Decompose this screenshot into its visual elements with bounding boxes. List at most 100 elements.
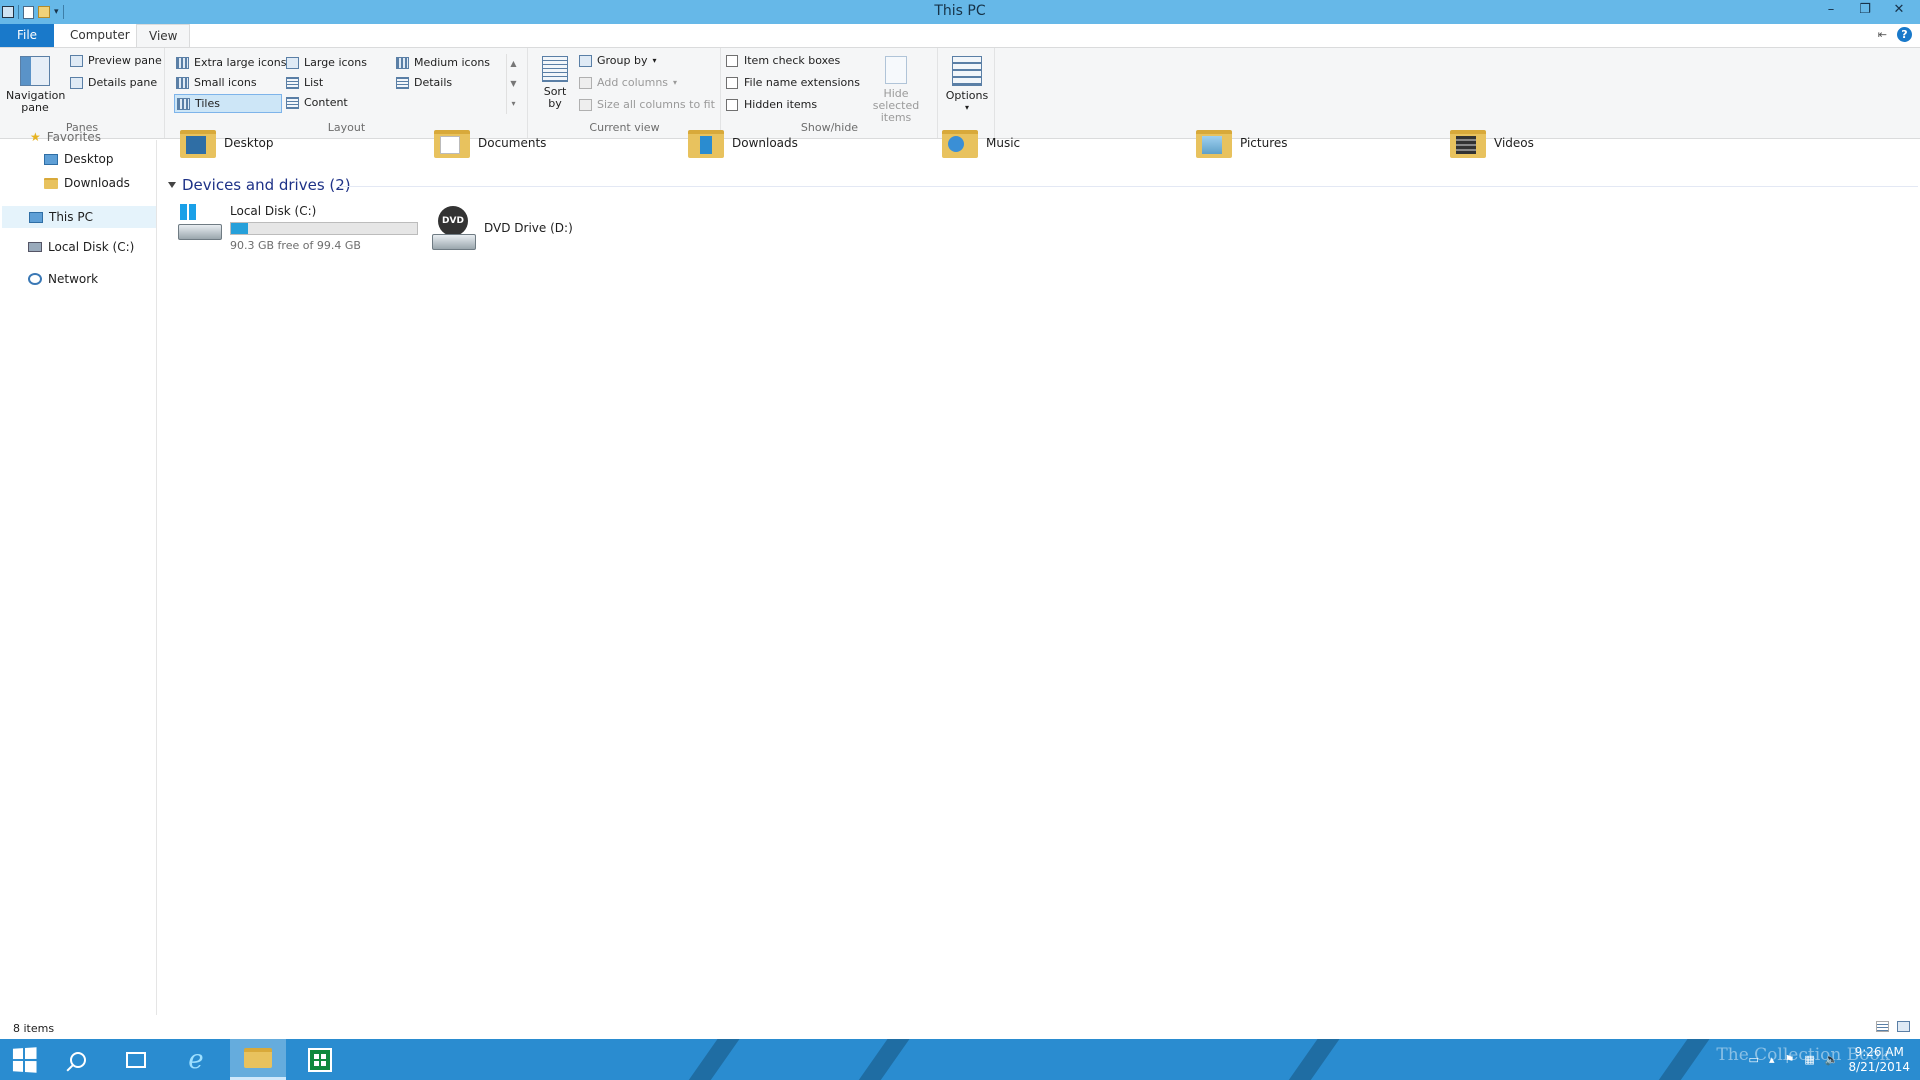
content-button[interactable]: Content — [286, 96, 348, 109]
folder-tile-downloads[interactable]: Downloads — [688, 130, 798, 158]
item-check-boxes-checkbox[interactable] — [726, 54, 738, 67]
keyboard-icon[interactable]: ▭ — [1749, 1053, 1759, 1066]
nav-item-this-pc[interactable]: This PC — [2, 206, 156, 228]
section-divider — [338, 186, 1918, 187]
size-all-columns-button[interactable]: Size all columns to fit — [579, 98, 715, 111]
item-check-boxes-toggle[interactable]: Item check boxes — [726, 54, 840, 67]
desktop-icon — [44, 153, 58, 165]
window-title: This PC — [934, 3, 986, 19]
folder-label: Pictures — [1240, 136, 1288, 150]
medium-icons-button[interactable]: Medium icons — [396, 56, 490, 69]
preview-pane-button[interactable]: Preview pane — [70, 54, 162, 67]
help-icon[interactable]: ? — [1897, 27, 1912, 42]
file-explorer-button[interactable] — [230, 1039, 286, 1080]
collapse-triangle-icon[interactable] — [168, 182, 176, 188]
folder-tile-documents[interactable]: Documents — [434, 130, 546, 158]
folder-label: Music — [986, 136, 1021, 150]
windows-start-icon — [12, 1046, 37, 1073]
hide-selected-items-button[interactable]: Hide selected items — [858, 56, 934, 124]
large-icons-button[interactable]: Large icons — [286, 56, 367, 69]
hidden-items-label: Hidden items — [744, 98, 818, 111]
list-label: List — [304, 76, 324, 89]
folder-tile-desktop[interactable]: Desktop — [180, 130, 274, 158]
task-view-button[interactable] — [112, 1039, 160, 1080]
navigation-pane-icon — [20, 56, 50, 86]
network-status-icon[interactable]: ▦ — [1804, 1053, 1814, 1066]
options-button[interactable]: Options ▾ — [943, 56, 991, 114]
list-icon — [286, 76, 299, 89]
add-columns-label: Add columns — [597, 76, 669, 89]
action-center-flag-icon[interactable]: ⚑ — [1784, 1053, 1794, 1066]
taskbar: e The Collection Book ▭ ▴ ⚑ ▦ 🔈 9:26 AM … — [0, 1039, 1920, 1080]
hidden-items-toggle[interactable]: Hidden items — [726, 98, 817, 111]
content-icon — [286, 96, 299, 109]
nav-item-local-disk-label: Local Disk (C:) — [48, 240, 135, 254]
folder-tile-pictures[interactable]: Pictures — [1196, 130, 1288, 158]
navigation-pane-button[interactable]: Navigation pane — [6, 56, 65, 114]
group-by-button[interactable]: Group by ▾ — [579, 54, 657, 67]
close-button[interactable]: ✕ — [1882, 0, 1916, 22]
minimize-button[interactable]: – — [1814, 0, 1848, 22]
file-name-extensions-checkbox[interactable] — [726, 76, 738, 89]
sort-by-icon — [542, 56, 568, 82]
internet-explorer-button[interactable]: e — [172, 1039, 220, 1080]
details-button[interactable]: Details — [396, 76, 452, 89]
nav-item-local-disk[interactable]: Local Disk (C:) — [28, 240, 134, 254]
drive-free-space: 90.3 GB free of 99.4 GB — [230, 239, 361, 252]
ribbon: Navigation pane Preview pane Details pan… — [0, 47, 1920, 139]
tab-computer[interactable]: Computer — [58, 24, 142, 47]
show-hide-group-title: Show/hide — [800, 121, 859, 134]
layout-scroll-down-icon[interactable]: ▼ — [507, 74, 520, 94]
small-icons-button[interactable]: Small icons — [176, 76, 257, 89]
clock[interactable]: 9:26 AM 8/21/2014 — [1848, 1045, 1910, 1075]
nav-item-downloads[interactable]: Downloads — [44, 176, 130, 190]
file-explorer-icon — [244, 1048, 272, 1068]
small-icons-label: Small icons — [194, 76, 257, 89]
search-button[interactable] — [54, 1039, 102, 1080]
tiles-icon — [177, 97, 190, 110]
large-icons-view-icon[interactable] — [1897, 1021, 1910, 1032]
size-all-columns-icon — [579, 98, 592, 111]
volume-icon[interactable]: 🔈 — [1825, 1053, 1839, 1066]
tiles-button[interactable]: Tiles — [174, 94, 282, 113]
add-columns-icon — [579, 76, 592, 89]
options-icon — [952, 56, 982, 86]
folder-tile-videos[interactable]: Videos — [1450, 130, 1534, 158]
nav-item-desktop[interactable]: Desktop — [44, 152, 114, 166]
details-pane-button[interactable]: Details pane — [70, 76, 157, 89]
tab-view[interactable]: View — [136, 24, 191, 48]
layout-scroll[interactable]: ▲ ▼ ▾ — [506, 54, 520, 114]
devices-section-header[interactable]: Devices and drives (2) — [168, 176, 351, 194]
file-name-extensions-toggle[interactable]: File name extensions — [726, 76, 860, 89]
show-hidden-icons-chevron-icon[interactable]: ▴ — [1769, 1053, 1775, 1066]
restore-button[interactable]: ❐ — [1848, 0, 1882, 22]
computer-icon — [29, 211, 43, 223]
details-view-icon[interactable] — [1876, 1021, 1889, 1032]
tab-file[interactable]: File — [0, 24, 54, 47]
drive-tile-local-disk[interactable]: Local Disk (C:) 90.3 GB free of 99.4 GB — [176, 204, 418, 252]
minimize-ribbon-icon[interactable]: ⇤ — [1878, 28, 1887, 41]
drive-tile-dvd[interactable]: DVD DVD Drive (D:) — [430, 206, 573, 254]
videos-folder-icon — [1450, 130, 1486, 158]
store-button[interactable] — [296, 1039, 344, 1080]
sort-by-button[interactable]: Sort by — [537, 56, 573, 110]
details-icon — [396, 76, 409, 89]
extra-large-icons-button[interactable]: Extra large icons — [176, 56, 286, 69]
start-button[interactable] — [0, 1039, 48, 1080]
layout-more-icon[interactable]: ▾ — [507, 94, 520, 114]
hide-selected-items-icon — [885, 56, 907, 84]
medium-icons-label: Medium icons — [414, 56, 491, 69]
add-columns-button[interactable]: Add columns ▾ — [579, 76, 677, 89]
hidden-items-checkbox[interactable] — [726, 98, 738, 111]
current-view-group: Sort by Group by ▾ Add columns ▾ Size al… — [529, 48, 721, 138]
layout-scroll-up-icon[interactable]: ▲ — [507, 54, 520, 74]
status-bar: 8 items — [0, 1015, 1920, 1039]
folder-tile-music[interactable]: Music — [942, 130, 1021, 158]
nav-favorites[interactable]: ★ Favorites — [30, 130, 101, 144]
title-bar: ▾ This PC – ❐ ✕ — [0, 0, 1920, 24]
task-view-icon — [126, 1051, 146, 1068]
nav-item-network[interactable]: Network — [28, 272, 98, 286]
list-button[interactable]: List — [286, 76, 323, 89]
panes-group: Navigation pane Preview pane Details pan… — [0, 48, 165, 138]
dvd-drive-icon: DVD — [430, 206, 476, 254]
